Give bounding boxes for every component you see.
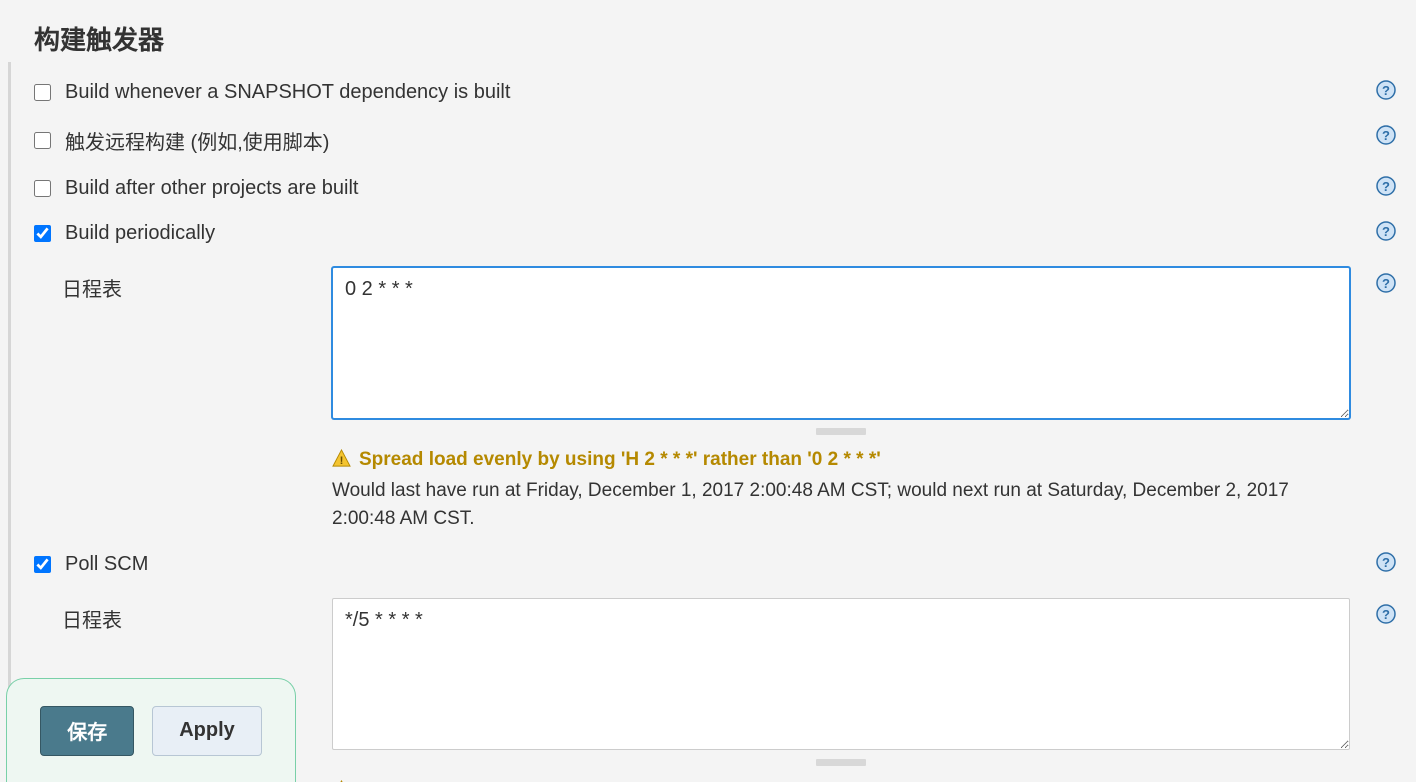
trigger-row-periodic: Build periodically ? <box>34 222 1396 245</box>
pollscm-schedule-textarea[interactable] <box>332 598 1350 750</box>
section-title: 构建触发器 <box>34 20 1396 57</box>
trigger-periodic-checkbox[interactable] <box>34 225 51 242</box>
help-icon[interactable]: ? <box>1376 604 1396 624</box>
help-icon[interactable]: ? <box>1376 80 1396 100</box>
save-button[interactable]: 保存 <box>40 706 134 756</box>
trigger-row-after: Build after other projects are built ? <box>34 177 1396 200</box>
trigger-after-checkbox[interactable] <box>34 180 51 197</box>
pollscm-warning-text: Spread load evenly by using 'H/5 * * * *… <box>359 778 903 782</box>
periodic-schedule-block: 日程表 ! Spread load evenly by using 'H 2 *… <box>34 267 1396 533</box>
periodic-warning-line: ! Spread load evenly by using 'H 2 * * *… <box>332 447 1350 473</box>
apply-button[interactable]: Apply <box>152 706 262 756</box>
periodic-schedule-label: 日程表 <box>34 267 332 533</box>
svg-text:?: ? <box>1382 128 1390 143</box>
trigger-snapshot-label: Build whenever a SNAPSHOT dependency is … <box>65 81 510 104</box>
section-left-border <box>8 62 11 782</box>
trigger-row-pollscm: Poll SCM ? <box>34 553 1396 576</box>
resize-handle[interactable] <box>816 428 866 435</box>
svg-text:?: ? <box>1382 276 1390 291</box>
svg-text:?: ? <box>1382 555 1390 570</box>
periodic-schedule-textarea[interactable] <box>332 267 1350 419</box>
help-icon[interactable]: ? <box>1376 552 1396 572</box>
periodic-info-text: Would last have run at Friday, December … <box>332 477 1350 533</box>
svg-text:?: ? <box>1382 224 1390 239</box>
trigger-periodic-label: Build periodically <box>65 222 215 245</box>
warn-icon: ! <box>332 449 351 468</box>
trigger-pollscm-label: Poll SCM <box>65 553 148 576</box>
trigger-row-remote: 触发远程构建 (例如,使用脚本) ? <box>34 126 1396 155</box>
button-tray: 保存 Apply <box>6 678 296 782</box>
svg-text:?: ? <box>1382 179 1390 194</box>
trigger-pollscm-checkbox[interactable] <box>34 556 51 573</box>
svg-text:!: ! <box>340 455 344 467</box>
trigger-after-label: Build after other projects are built <box>65 177 359 200</box>
trigger-snapshot-checkbox[interactable] <box>34 84 51 101</box>
svg-text:?: ? <box>1382 83 1390 98</box>
svg-text:?: ? <box>1382 607 1390 622</box>
resize-handle[interactable] <box>816 759 866 766</box>
build-triggers-form: Build whenever a SNAPSHOT dependency is … <box>34 81 1396 782</box>
help-icon[interactable]: ? <box>1376 273 1396 293</box>
trigger-remote-label: 触发远程构建 (例如,使用脚本) <box>65 126 329 155</box>
pollscm-warning-line: ! Spread load evenly by using 'H/5 * * *… <box>332 778 1350 782</box>
trigger-row-snapshot: Build whenever a SNAPSHOT dependency is … <box>34 81 1396 104</box>
trigger-remote-checkbox[interactable] <box>34 132 51 149</box>
periodic-warning-text: Spread load evenly by using 'H 2 * * *' … <box>359 447 881 473</box>
help-icon[interactable]: ? <box>1376 176 1396 196</box>
help-icon[interactable]: ? <box>1376 125 1396 145</box>
help-icon[interactable]: ? <box>1376 221 1396 241</box>
